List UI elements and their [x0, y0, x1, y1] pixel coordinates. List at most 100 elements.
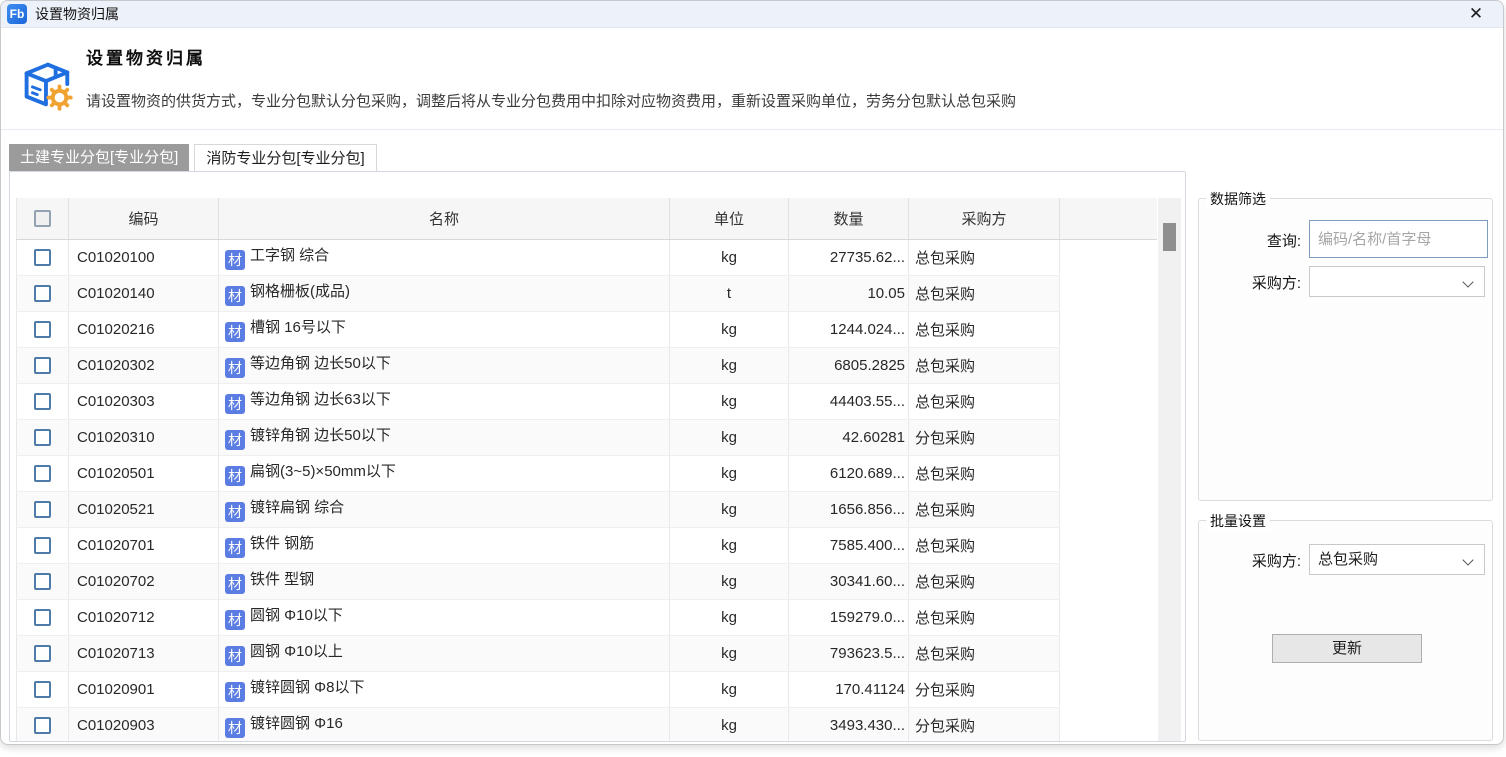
- table-row[interactable]: C01020100 材工字钢 综合 kg 27735.62... 总包采购: [17, 239, 1157, 275]
- row-qty: 159279.0...: [789, 599, 909, 635]
- data-filter-group: 数据筛选 查询: 采购方:: [1198, 198, 1493, 501]
- row-name: 等边角钢 边长63以下: [250, 391, 391, 408]
- row-qty: 170.41124: [789, 671, 909, 707]
- table-row[interactable]: C01020701 材铁件 钢筋 kg 7585.400... 总包采购: [17, 527, 1157, 563]
- row-code: C01020140: [69, 275, 219, 311]
- data-filter-title: 数据筛选: [1206, 189, 1270, 209]
- table-row[interactable]: C01020216 材槽钢 16号以下 kg 1244.024... 总包采购: [17, 311, 1157, 347]
- row-checkbox[interactable]: [34, 645, 51, 662]
- row-checkbox[interactable]: [34, 249, 51, 266]
- row-code: C01020302: [69, 347, 219, 383]
- row-unit: t: [670, 275, 789, 311]
- row-checkbox[interactable]: [34, 465, 51, 482]
- select-all-checkbox[interactable]: [34, 210, 51, 227]
- row-buyer: 总包采购: [909, 383, 1060, 419]
- dialog-window: Fb 设置物资归属 ✕: [0, 0, 1504, 745]
- row-code: C01020712: [69, 599, 219, 635]
- row-name: 镀锌角钢 边长50以下: [250, 427, 391, 444]
- row-qty: 1656.856...: [789, 491, 909, 527]
- row-unit: kg: [670, 239, 789, 275]
- dialog-header: 设置物资归属 请设置物资的供货方式，专业分包默认分包采购，调整后将从专业分包费用…: [1, 29, 1503, 130]
- row-qty: 6805.2825: [789, 347, 909, 383]
- row-name: 槽钢 16号以下: [250, 319, 346, 336]
- row-checkbox[interactable]: [34, 393, 51, 410]
- row-qty: 3493.430...: [789, 707, 909, 742]
- row-buyer: 分包采购: [909, 671, 1060, 707]
- row-checkbox[interactable]: [34, 285, 51, 302]
- material-tag: 材: [225, 358, 245, 378]
- table-row[interactable]: C01020901 材镀锌圆钢 Φ8以下 kg 170.41124 分包采购: [17, 671, 1157, 707]
- batch-buyer-dropdown[interactable]: 总包采购: [1309, 544, 1485, 575]
- chevron-down-icon: [1462, 276, 1473, 287]
- filter-buyer-dropdown[interactable]: [1309, 266, 1485, 297]
- column-header-qty: 数量: [789, 198, 909, 239]
- page-description: 请设置物资的供货方式，专业分包默认分包采购，调整后将从专业分包费用中扣除对应物资…: [86, 90, 1016, 111]
- table-row[interactable]: C01020501 材扁钢(3~5)×50mm以下 kg 6120.689...…: [17, 455, 1157, 491]
- row-code: C01020216: [69, 311, 219, 347]
- chevron-down-icon: [1462, 554, 1473, 565]
- table-row[interactable]: C01020521 材镀锌扁钢 综合 kg 1656.856... 总包采购: [17, 491, 1157, 527]
- subcontract-tabs: 土建专业分包[专业分包] 消防专业分包[专业分包]: [9, 144, 377, 171]
- row-code: C01020702: [69, 563, 219, 599]
- row-buyer: 分包采购: [909, 419, 1060, 455]
- tab-civil-subcontract[interactable]: 土建专业分包[专业分包]: [9, 144, 189, 171]
- row-qty: 1244.024...: [789, 311, 909, 347]
- row-buyer: 总包采购: [909, 239, 1060, 275]
- scrollbar-thumb[interactable]: [1163, 223, 1176, 251]
- row-checkbox[interactable]: [34, 429, 51, 446]
- row-checkbox[interactable]: [34, 681, 51, 698]
- row-buyer: 总包采购: [909, 275, 1060, 311]
- row-unit: kg: [670, 383, 789, 419]
- table-row[interactable]: C01020303 材等边角钢 边长63以下 kg 44403.55... 总包…: [17, 383, 1157, 419]
- row-code: C01020100: [69, 239, 219, 275]
- row-qty: 7585.400...: [789, 527, 909, 563]
- row-buyer: 总包采购: [909, 455, 1060, 491]
- materials-table-panel: 编码 名称 单位 数量 采购方 C01020100 材工字钢 综合 kg 277…: [9, 171, 1186, 742]
- row-checkbox[interactable]: [34, 537, 51, 554]
- row-qty: 42.60281: [789, 419, 909, 455]
- table-row[interactable]: C01020302 材等边角钢 边长50以下 kg 6805.2825 总包采购: [17, 347, 1157, 383]
- row-unit: kg: [670, 599, 789, 635]
- row-checkbox[interactable]: [34, 573, 51, 590]
- row-checkbox[interactable]: [34, 501, 51, 518]
- batch-buyer-label: 采购方:: [1199, 550, 1301, 571]
- row-unit: kg: [670, 455, 789, 491]
- table-row[interactable]: C01020903 材镀锌圆钢 Φ16 kg 3493.430... 分包采购: [17, 707, 1157, 742]
- row-unit: kg: [670, 419, 789, 455]
- row-qty: 30341.60...: [789, 563, 909, 599]
- row-buyer: 总包采购: [909, 599, 1060, 635]
- close-icon[interactable]: ✕: [1463, 2, 1489, 26]
- table-row[interactable]: C01020310 材镀锌角钢 边长50以下 kg 42.60281 分包采购: [17, 419, 1157, 455]
- row-name: 镀锌扁钢 综合: [250, 499, 344, 516]
- table-row[interactable]: C01020140 材钢格栅板(成品) t 10.05 总包采购: [17, 275, 1157, 311]
- row-unit: kg: [670, 635, 789, 671]
- row-buyer: 分包采购: [909, 707, 1060, 742]
- row-unit: kg: [670, 563, 789, 599]
- table-row[interactable]: C01020713 材圆钢 Φ10以上 kg 793623.5... 总包采购: [17, 635, 1157, 671]
- column-header-code: 编码: [69, 198, 219, 239]
- row-code: C01020501: [69, 455, 219, 491]
- table-row[interactable]: C01020712 材圆钢 Φ10以下 kg 159279.0... 总包采购: [17, 599, 1157, 635]
- column-header-name: 名称: [219, 198, 670, 239]
- side-panel: 数据筛选 查询: 采购方: 批量设置 采购方: 总包采购 更新: [1194, 171, 1500, 742]
- row-buyer: 总包采购: [909, 347, 1060, 383]
- update-button[interactable]: 更新: [1272, 634, 1422, 663]
- tab-fire-subcontract[interactable]: 消防专业分包[专业分包]: [194, 144, 376, 171]
- row-checkbox[interactable]: [34, 357, 51, 374]
- row-checkbox[interactable]: [34, 717, 51, 734]
- row-qty: 44403.55...: [789, 383, 909, 419]
- row-checkbox[interactable]: [34, 321, 51, 338]
- row-unit: kg: [670, 707, 789, 742]
- query-input[interactable]: [1309, 220, 1488, 258]
- row-name: 等边角钢 边长50以下: [250, 355, 391, 372]
- row-checkbox[interactable]: [34, 609, 51, 626]
- row-code: C01020303: [69, 383, 219, 419]
- material-tag: 材: [225, 250, 245, 270]
- vertical-scrollbar[interactable]: [1158, 198, 1181, 741]
- column-header-buyer: 采购方: [909, 198, 1060, 239]
- table-header-row: 编码 名称 单位 数量 采购方: [17, 198, 1157, 239]
- table-row[interactable]: C01020702 材铁件 型钢 kg 30341.60... 总包采购: [17, 563, 1157, 599]
- material-tag: 材: [225, 682, 245, 702]
- material-tag: 材: [225, 466, 245, 486]
- column-header-unit: 单位: [670, 198, 789, 239]
